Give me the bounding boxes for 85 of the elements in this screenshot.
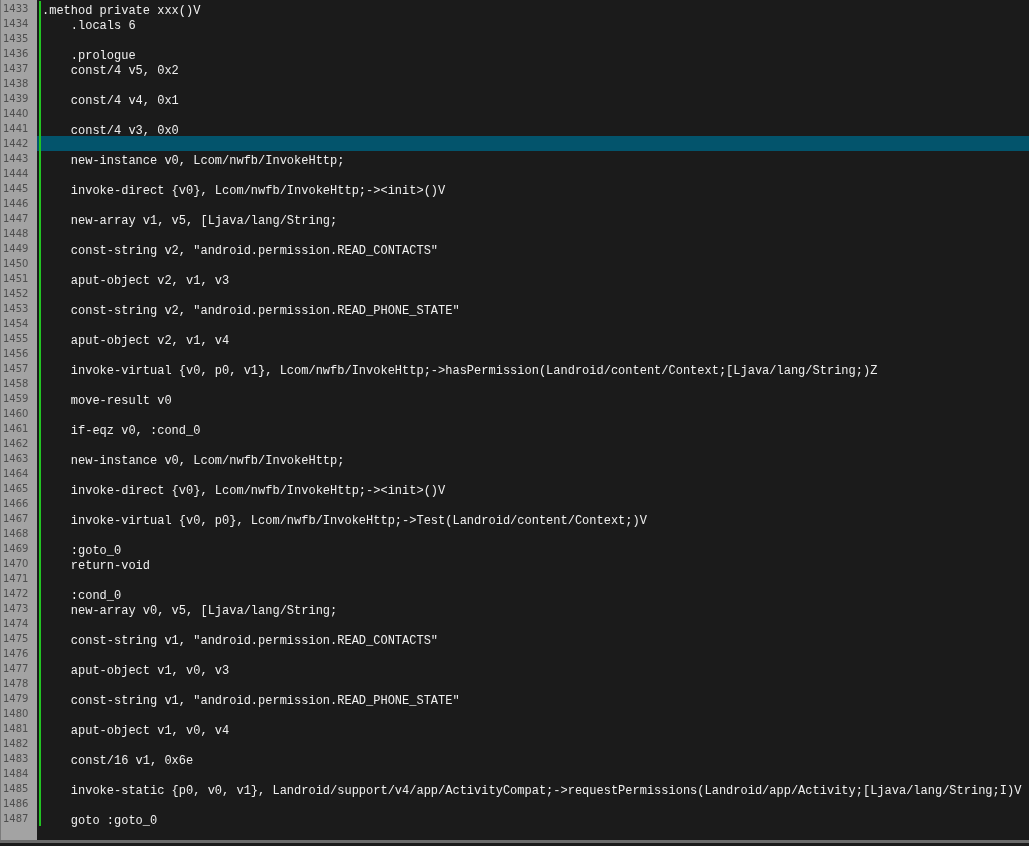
line-number: 1442 [3,138,29,149]
line-number: 1462 [3,438,29,449]
code-line: move-result v0 [69,394,172,408]
code-line: const-string v1, "android.permission.READ_CONTACTS" [69,634,439,648]
line-number: 1481 [3,723,29,734]
code-line: const/4 v4, 0x1 [69,94,179,108]
line-number: 1433 [3,3,29,14]
code-line: new-array v0, v5, [Ljava/lang/String; [69,604,338,618]
line-number: 1436 [3,48,29,59]
line-number: 1467 [3,513,29,524]
code-line: :cond_0 [69,589,122,603]
code-line: .method private xxx()V [42,4,201,18]
code-line: const/4 v5, 0x2 [69,64,179,78]
code-line: const-string v1, "android.permission.READ_PHONE_STATE" [69,694,460,708]
code-line: invoke-direct {v0}, Lcom/nwfb/InvokeHttp;-><init>()V [69,484,446,498]
line-number: 1441 [3,123,29,134]
line-number: 1439 [3,93,29,104]
line-number: 1466 [3,498,29,509]
code-line: const-string v2, "android.permission.READ_PHONE_STATE" [69,304,460,318]
code-line: const-string v2, "android.permission.READ_CONTACTS" [69,244,439,258]
line-number: 1435 [3,33,29,44]
line-number: 1465 [3,483,29,494]
line-number: 1463 [3,453,29,464]
line-number: 1456 [3,348,29,359]
code-line: aput-object v2, v1, v4 [69,334,230,348]
line-number: 1445 [3,183,29,194]
line-number: 1487 [3,813,29,824]
line-number: 1458 [3,378,29,389]
line-number: 1455 [3,333,29,344]
line-number: 1478 [3,678,29,689]
code-line: new-instance v0, Lcom/nwfb/InvokeHttp; [69,154,345,168]
line-number: 1476 [3,648,29,659]
line-number: 1475 [3,633,29,644]
line-number: 1449 [3,243,29,254]
line-number: 1485 [3,783,29,794]
line-number: 1451 [3,273,29,284]
code-line: :goto_0 [69,544,122,558]
code-line: aput-object v2, v1, v3 [69,274,230,288]
code-line: .prologue [69,49,136,63]
line-number: 1474 [3,618,29,629]
line-number: 1446 [3,198,29,209]
line-number: 1480 [3,708,29,719]
code-line: invoke-direct {v0}, Lcom/nwfb/InvokeHttp;-><init>()V [69,184,446,198]
code-line: aput-object v1, v0, v4 [69,724,230,738]
line-number: 1443 [3,153,29,164]
line-number: 1460 [3,408,29,419]
line-number: 1472 [3,588,29,599]
code-line: new-instance v0, Lcom/nwfb/InvokeHttp; [69,454,345,468]
line-number: 1454 [3,318,29,329]
line-number: 1486 [3,798,29,809]
line-number: 1470 [3,558,29,569]
line-number: 1440 [3,108,29,119]
code-line: const/16 v1, 0x6e [69,754,194,768]
line-number: 1461 [3,423,29,434]
line-number: 1438 [3,78,29,89]
line-number: 1469 [3,543,29,554]
code-line: invoke-virtual {v0, p0}, Lcom/nwfb/InvokeHttp;->Test(Landroid/content/Context;)V [69,514,647,528]
line-number: 1479 [3,693,29,704]
line-number: 1482 [3,738,29,749]
line-number: 1457 [3,363,29,374]
code-line: return-void [69,559,151,573]
code-line: goto :goto_0 [69,814,158,828]
line-number: 1434 [3,18,29,29]
code-line: const/4 v3, 0x0 [69,124,179,138]
line-number: 1450 [3,258,29,269]
line-number: 1447 [3,213,29,224]
code-line: invoke-virtual {v0, p0, v1}, Lcom/nwfb/InvokeHttp;->hasPermission(Landroid/content/Context;[Ljava/lang/String;)Z [69,364,878,378]
line-number: 1452 [3,288,29,299]
code-line: .locals 6 [69,19,136,33]
line-number: 1471 [3,573,29,584]
line-number: 1483 [3,753,29,764]
line-number: 1473 [3,603,29,614]
line-number: 1464 [3,468,29,479]
code-line: invoke-static {p0, v0, v1}, Landroid/support/v4/app/ActivityCompat;->requestPermissions(Landroid/app/Activity;[Ljava/lang/String;I)V [69,784,1022,798]
line-number: 1448 [3,228,29,239]
line-number: 1444 [3,168,29,179]
line-number: 1468 [3,528,29,539]
line-number: 1437 [3,63,29,74]
line-number: 1459 [3,393,29,404]
code-line: if-eqz v0, :cond_0 [69,424,201,438]
code-line: new-array v1, v5, [Ljava/lang/String; [69,214,338,228]
line-number: 1477 [3,663,29,674]
code-line: aput-object v1, v0, v3 [69,664,230,678]
line-number: 1453 [3,303,29,314]
line-number: 1484 [3,768,29,779]
